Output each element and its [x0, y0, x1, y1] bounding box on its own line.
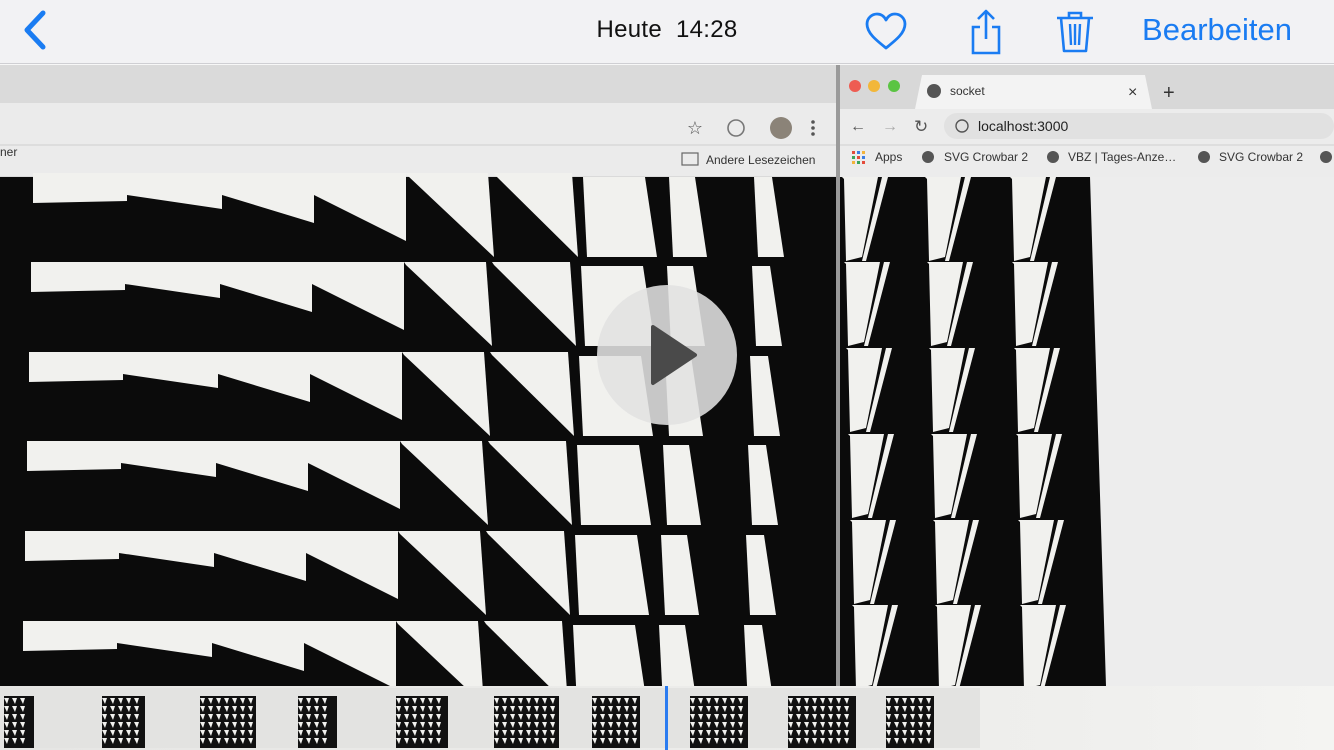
pattern-shape	[29, 352, 123, 382]
filmstrip-thumbnail[interactable]	[588, 688, 686, 748]
nav-back-icon: ←	[850, 118, 866, 135]
play-button[interactable]	[597, 285, 737, 425]
filmstrip-thumbnail[interactable]	[490, 688, 588, 748]
filmstrip-thumbnail[interactable]	[294, 688, 392, 748]
pattern-shape	[31, 262, 125, 292]
play-icon	[651, 325, 697, 385]
filmstrip-thumbnail[interactable]	[882, 688, 980, 748]
pattern-shape	[33, 173, 127, 203]
page-title: Heute 14:28	[0, 16, 1334, 44]
address-text: localhost:3000	[978, 118, 1069, 134]
star-icon: ☆	[687, 118, 703, 138]
delete-button[interactable]	[1051, 8, 1099, 56]
apps-icon	[852, 151, 865, 164]
share-icon	[971, 9, 1001, 55]
tab-close-icon: ×	[1128, 84, 1137, 101]
globe-icon	[927, 84, 941, 98]
pattern-shape	[23, 621, 117, 651]
filmstrip-frames[interactable]	[0, 688, 986, 748]
bookmark-partial: ner	[0, 145, 17, 159]
bookmark-item: VBZ | Tages-Anze…	[1068, 150, 1176, 164]
title-time: 14:28	[675, 16, 738, 43]
bookmark-item: SVG Crowbar 2	[1219, 150, 1303, 164]
globe-icon	[1198, 151, 1210, 163]
nav-forward-icon: →	[882, 118, 898, 135]
edit-button[interactable]: Bearbeiten	[1142, 12, 1292, 48]
tab-title: socket	[950, 84, 985, 98]
avatar	[770, 117, 792, 139]
filmstrip-thumbnail[interactable]	[0, 688, 98, 748]
trash-icon	[1057, 11, 1093, 53]
bookmark-item: SVG Crowbar 2	[944, 150, 1028, 164]
globe-icon	[1320, 151, 1332, 163]
filmstrip-thumbnail[interactable]	[98, 688, 196, 748]
navigation-bar: Heute 14:28 Bearbeiten	[0, 0, 1334, 64]
favorite-button[interactable]	[862, 8, 910, 56]
video-frame[interactable]: ☆ ner Andere Lesezeichen socket × + ← → …	[0, 65, 1334, 686]
globe-icon	[922, 151, 934, 163]
filmstrip-thumbnail[interactable]	[784, 688, 882, 748]
pattern-shape	[27, 441, 121, 471]
new-tab-icon: +	[1163, 82, 1175, 104]
menu-icon	[811, 120, 815, 124]
filmstrip-thumbnail[interactable]	[196, 688, 294, 748]
pattern-shape	[577, 445, 651, 525]
reload-icon: ↻	[914, 117, 928, 136]
pattern-shape	[575, 535, 649, 615]
playhead[interactable]	[665, 686, 668, 750]
close-window-icon	[849, 80, 861, 92]
zoom-window-icon	[888, 80, 900, 92]
minimize-window-icon	[868, 80, 880, 92]
filmstrip-thumbnail[interactable]	[686, 688, 784, 748]
pattern-shape	[25, 531, 119, 561]
bookmark-apps: Apps	[875, 150, 902, 164]
pattern-shape	[573, 625, 645, 686]
heart-icon	[865, 12, 907, 50]
pattern-shape	[583, 177, 657, 257]
filmstrip-thumbnail[interactable]	[392, 688, 490, 748]
share-button[interactable]	[962, 8, 1010, 56]
other-bookmarks: Andere Lesezeichen	[706, 153, 815, 167]
title-day: Heute	[596, 16, 662, 43]
globe-icon	[1047, 151, 1059, 163]
left-page-content	[0, 177, 836, 686]
